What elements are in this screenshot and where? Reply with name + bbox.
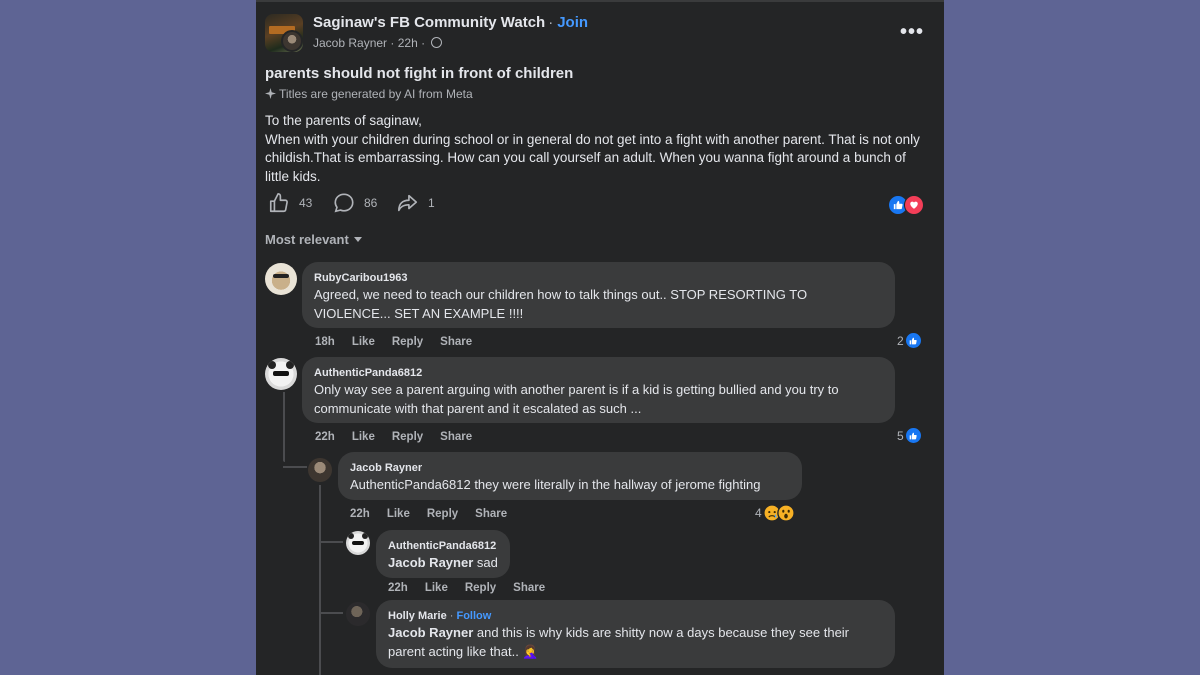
comment-share-button[interactable]: Share [513,582,545,594]
share-arrow-icon [398,194,418,212]
reaction-summary[interactable] [888,195,928,215]
comment-text: sad [473,555,498,570]
comment-action[interactable]: 86 [333,192,377,214]
comment-bubble: AuthenticPanda6812 Only way see a parent… [302,357,895,423]
comment-reply-button[interactable]: Reply [392,336,423,348]
like-count: 43 [299,196,313,210]
reaction-number: 2 [897,333,904,348]
comment-reaction-count[interactable]: 4 [755,504,795,522]
globe-icon [431,37,443,48]
ai-note: Titles are generated by AI from Meta [279,87,473,101]
like-reaction-icon [905,428,921,443]
meta-separator: · [390,36,395,50]
comment-like-button[interactable]: Like [425,582,448,594]
comment-like-button[interactable]: Like [352,431,375,443]
commenter-name[interactable]: RubyCaribou1963 [314,272,408,284]
commenter-name-row: Holly Marie · Follow [388,610,492,622]
group-avatar[interactable] [265,14,303,52]
sort-dropdown[interactable]: Most relevant [265,232,362,247]
avatar[interactable] [265,358,297,390]
separator-dot: · [548,14,554,31]
share-action[interactable]: 1 [397,192,435,214]
sort-label: Most relevant [265,232,349,247]
comment-like-button[interactable]: Like [352,336,375,348]
caret-down-icon [353,237,362,242]
group-name-row: Saginaw's FB Community Watch · Join [313,14,588,31]
commenter-name[interactable]: AuthenticPanda6812 [388,540,496,552]
more-options-button[interactable]: ••• [900,21,924,44]
like-reaction-icon [905,333,921,348]
thumbs-up-icon [269,193,288,213]
author-name[interactable]: Jacob Rayner [313,36,387,50]
mention-link[interactable]: Jacob Rayner [388,555,473,570]
post-body: To the parents of saginaw, When with you… [265,112,925,186]
post-body-line1: To the parents of saginaw, [265,113,422,128]
post-body-line2: When with your children during school or… [265,131,920,184]
post-meta: Jacob Rayner · 22h · [313,36,443,50]
comment-time[interactable]: 22h [315,431,335,443]
post-title: parents should not fight in front of chi… [265,65,574,82]
comment-time[interactable]: 18h [315,336,335,348]
comment-like-button[interactable]: Like [387,508,410,520]
comment-bubble: AuthenticPanda6812 Jacob Rayner sad [376,530,510,578]
group-name-link[interactable]: Saginaw's FB Community Watch [313,14,545,31]
comment-reaction-count[interactable]: 5 [897,428,921,443]
comment-actions: 18h Like Reply Share [315,336,489,348]
comment-reply-button[interactable]: Reply [392,431,423,443]
comment-share-button[interactable]: Share [440,336,472,348]
comment-count: 86 [364,196,378,210]
comment-text-row: Jacob Rayner sad [388,554,498,573]
thread-connector [283,466,307,468]
comment-text-row: Jacob Rayner and this is why kids are sh… [388,624,888,661]
thread-line [283,392,285,462]
commenter-name[interactable]: Jacob Rayner [350,462,422,474]
comment-actions: 22h Like Reply Share [388,582,562,594]
meta-separator-2: · [421,36,426,50]
comment-share-button[interactable]: Share [475,508,507,520]
comment-bubble: RubyCaribou1963 Agreed, we need to teach… [302,262,895,328]
panel-top-border [256,0,944,2]
comment-bubble: Jacob Rayner AuthenticPanda6812 they wer… [338,452,802,500]
author-mini-avatar [281,30,303,52]
comment-reaction-count[interactable]: 2 [897,333,921,348]
comment-reply-button[interactable]: Reply [465,582,496,594]
commenter-name[interactable]: AuthenticPanda6812 [314,367,422,379]
avatar[interactable] [346,531,370,555]
reaction-number: 5 [897,428,904,443]
wow-face-icon [776,504,795,522]
reaction-number: 4 [755,506,762,520]
sparkle-icon [265,88,276,99]
share-count: 1 [428,196,435,210]
comment-text: Only way see a parent arguing with anoth… [314,382,839,416]
post-panel: Saginaw's FB Community Watch · Join Jacob … [256,0,944,675]
commenter-name[interactable]: Holly Marie [388,610,447,622]
comment-text: AuthenticPanda6812 they were literally i… [350,477,761,492]
follow-button[interactable]: Follow [456,610,491,622]
thread-connector-nested-1 [319,541,343,543]
avatar[interactable] [308,458,332,482]
like-action[interactable]: 43 [268,192,312,214]
comment-share-button[interactable]: Share [440,431,472,443]
avatar[interactable] [265,263,297,295]
ai-note-row: Titles are generated by AI from Meta [265,87,473,101]
comment-bubble: Holly Marie · Follow Jacob Rayner and th… [376,600,895,668]
comment-time[interactable]: 22h [388,582,408,594]
heart-reaction-icon [904,195,924,215]
comment-time[interactable]: 22h [350,508,370,520]
mention-link[interactable]: Jacob Rayner [388,625,473,640]
comment-actions: 22h Like Reply Share [315,431,489,443]
join-button[interactable]: Join [557,14,588,31]
comment-reply-button[interactable]: Reply [427,508,458,520]
comment-actions: 22h Like Reply Share [350,508,524,520]
thread-connector-nested-2 [319,612,343,614]
avatar[interactable] [346,602,370,626]
post-time[interactable]: 22h [398,36,418,50]
thread-line-nested [319,485,321,675]
comment-text: Agreed, we need to teach our children ho… [314,287,808,321]
comment-icon [334,193,354,213]
